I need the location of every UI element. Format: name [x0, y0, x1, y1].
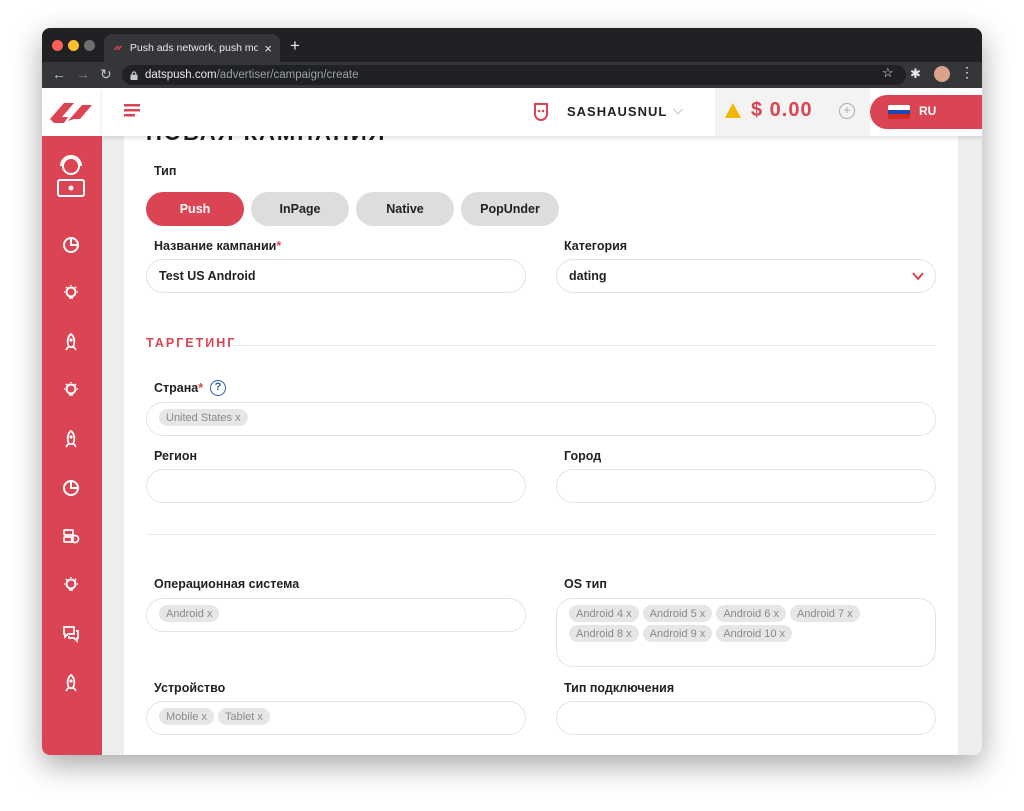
device-chip[interactable]: Mobile x [159, 708, 214, 725]
statistics-pie-icon[interactable] [60, 477, 82, 499]
hamburger-menu-icon[interactable] [124, 104, 140, 118]
rocket-icon[interactable] [60, 331, 82, 353]
rocket-icon[interactable] [60, 672, 82, 694]
category-label: Категория [564, 239, 628, 253]
profile-avatar[interactable] [934, 66, 950, 82]
campaign-name-label: Название кампании* [154, 239, 282, 253]
idea-bulb-icon[interactable] [60, 574, 82, 596]
campaign-form-card: НОВАЯ КАМПАНИЯ Тип Push InPage Native Po… [124, 136, 958, 755]
lock-icon [130, 70, 138, 80]
language-selector[interactable]: RU [870, 95, 982, 129]
country-multiselect[interactable]: United States x [146, 402, 936, 436]
datspush-favicon-icon [113, 46, 123, 50]
chevron-down-icon [912, 272, 924, 281]
chevron-down-icon[interactable]: ⌵ [673, 102, 683, 118]
balance-area: $ 0.00 + [715, 88, 870, 136]
address-bar[interactable]: datspush.com/advertiser/campaign/create [122, 65, 906, 85]
user-profile-icon [534, 103, 548, 121]
top-header: SASHAUSNUL ⌵ $ 0.00 + RU [102, 88, 982, 136]
datspush-logo-icon [50, 103, 92, 123]
type-label: Тип [154, 164, 177, 178]
os-type-chips: Android 4 x Android 5 x Android 6 x Andr… [569, 605, 889, 645]
os-type-chip[interactable]: Android 9 x [642, 625, 713, 642]
support-agent-icon[interactable] [54, 154, 88, 200]
os-type-multiselect[interactable]: Android 4 x Android 5 x Android 6 x Andr… [556, 598, 936, 667]
section-divider [231, 345, 936, 346]
close-window-button[interactable] [52, 40, 63, 51]
app: SASHAUSNUL ⌵ $ 0.00 + RU НОВАЯ КАМПАНИЯ [42, 88, 982, 755]
os-type-chip[interactable]: Android 6 x [716, 605, 786, 622]
device-label: Устройство [154, 681, 226, 695]
os-multiselect[interactable]: Android x [146, 598, 526, 632]
type-popunder-button[interactable]: PopUnder [461, 192, 559, 226]
type-native-button[interactable]: Native [356, 192, 454, 226]
city-input[interactable] [556, 469, 936, 503]
sidebar [42, 88, 102, 755]
warning-triangle-icon [725, 103, 741, 118]
os-chip[interactable]: Android x [159, 605, 220, 622]
new-tab-button[interactable]: + [290, 36, 300, 56]
username[interactable]: SASHAUSNUL [567, 104, 667, 119]
language-label: RU [919, 104, 937, 118]
device-chip[interactable]: Tablet x [217, 708, 270, 725]
back-arrow-icon[interactable]: ← [52, 66, 66, 82]
rocket-icon[interactable] [60, 428, 82, 450]
type-inpage-button[interactable]: InPage [251, 192, 349, 226]
page-title: НОВАЯ КАМПАНИЯ [146, 136, 386, 146]
os-type-chip[interactable]: Android 8 x [569, 625, 639, 642]
category-select[interactable]: dating [556, 259, 936, 293]
browser-tab[interactable]: Push ads network, push monet × [104, 34, 280, 62]
statistics-pie-icon[interactable] [60, 234, 82, 256]
region-input[interactable] [146, 469, 526, 503]
maximize-window-button[interactable] [84, 40, 95, 51]
os-type-chip[interactable]: Android 4 x [569, 605, 639, 622]
device-multiselect[interactable]: Mobile x Tablet x [146, 701, 526, 735]
targeting-section-title: ТАРГЕТИНГ [146, 336, 237, 350]
reload-icon[interactable]: ↻ [100, 66, 112, 83]
os-label: Операционная система [154, 577, 300, 591]
connection-type-label: Тип подключения [564, 681, 675, 695]
region-label: Регион [154, 449, 198, 463]
extensions-puzzle-icon[interactable]: ✱ [910, 66, 921, 82]
forward-arrow-icon[interactable]: → [76, 66, 90, 82]
os-type-chip[interactable]: Android 5 x [642, 605, 713, 622]
device-chips: Mobile x Tablet x [159, 708, 274, 728]
tab-title: Push ads network, push monet [129, 42, 259, 54]
os-type-chip[interactable]: Android 10 x [716, 625, 793, 642]
russia-flag-icon [888, 105, 910, 119]
url-path: /advertiser/campaign/create [216, 69, 359, 81]
idea-bulb-icon[interactable] [60, 379, 82, 401]
country-chips: United States x [159, 409, 252, 429]
os-type-chip[interactable]: Android 7 x [789, 605, 860, 622]
category-value: dating [569, 269, 607, 283]
country-label: Страна* [154, 381, 204, 395]
add-funds-plus-icon[interactable]: + [839, 103, 855, 119]
city-label: Город [564, 449, 602, 463]
browser-window: Push ads network, push monet × + ← → ↻ d… [42, 28, 982, 755]
type-push-button[interactable]: Push [146, 192, 244, 226]
connection-type-input[interactable] [556, 701, 936, 735]
country-chip[interactable]: United States x [159, 409, 248, 426]
idea-bulb-icon[interactable] [60, 282, 82, 304]
finance-coins-icon[interactable] [60, 525, 82, 547]
browser-menu-icon[interactable]: ⋮ [960, 64, 974, 81]
browser-toolbar: ← → ↻ datspush.com/advertiser/campaign/c… [42, 62, 982, 88]
os-chips: Android x [159, 605, 223, 625]
section-divider [146, 534, 936, 535]
logo[interactable] [42, 88, 102, 136]
browser-titlebar: Push ads network, push monet × + [42, 28, 982, 62]
campaign-name-input[interactable]: Test US Android [146, 259, 526, 293]
chat-bubbles-icon[interactable] [60, 623, 82, 645]
os-type-label: OS тип [564, 577, 607, 591]
tab-close-icon[interactable]: × [264, 41, 272, 56]
minimize-window-button[interactable] [68, 40, 79, 51]
bookmark-star-icon[interactable]: ☆ [882, 65, 894, 81]
balance-amount: $ 0.00 [751, 99, 813, 121]
url-host: datspush.com [145, 69, 217, 81]
help-question-icon[interactable]: ? [210, 380, 226, 396]
